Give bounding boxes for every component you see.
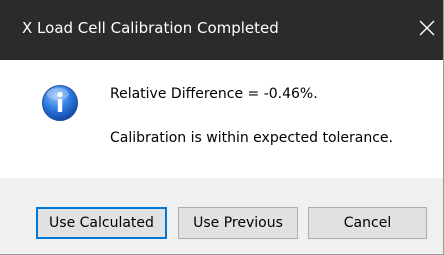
info-icon	[41, 84, 79, 122]
button-bar: Use Calculated Use Previous Cancel	[0, 178, 443, 254]
message-tolerance: Calibration is within expected tolerance…	[110, 130, 393, 146]
cancel-button[interactable]: Cancel	[308, 207, 427, 239]
close-icon[interactable]	[415, 16, 439, 40]
dialog-content: Relative Difference = -0.46%. Calibratio…	[0, 60, 443, 178]
use-calculated-button[interactable]: Use Calculated	[36, 207, 167, 239]
title-bar: X Load Cell Calibration Completed	[0, 0, 443, 60]
use-previous-button[interactable]: Use Previous	[178, 207, 298, 239]
message-relative-difference: Relative Difference = -0.46%.	[110, 86, 318, 102]
dialog-title: X Load Cell Calibration Completed	[22, 19, 279, 37]
dialog-window: X Load Cell Calibration Completed Relati…	[0, 0, 444, 255]
